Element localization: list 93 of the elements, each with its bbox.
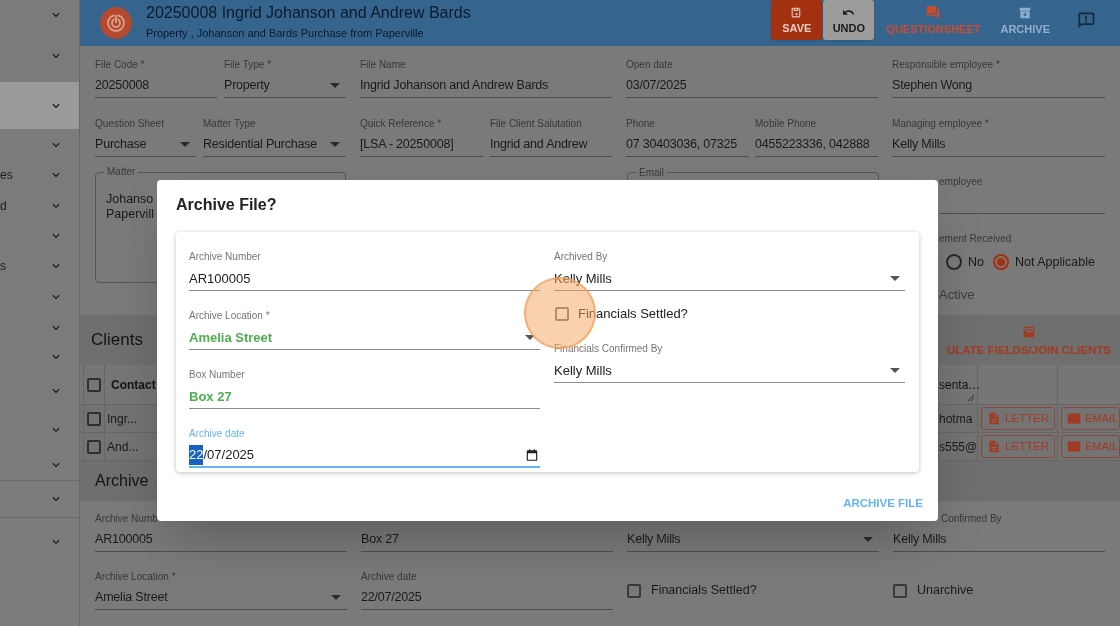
text-field[interactable]: 03/07/2025 <box>626 74 878 98</box>
field-label: File Client Salutation <box>490 118 583 130</box>
checkbox-label: Financials Settled? <box>651 582 757 600</box>
field-label: Managing employee * <box>892 118 990 130</box>
save-button[interactable]: SAVE <box>771 0 823 40</box>
text-field[interactable]: Stephen Wong <box>892 74 1105 98</box>
resize-handle-icon <box>967 394 975 402</box>
field-label: Responsible employee * <box>892 59 1001 71</box>
dropdown-arrow-icon <box>331 595 341 600</box>
text-field[interactable]: AR100005 <box>95 528 347 552</box>
field-label: Quick Reference * <box>360 118 443 130</box>
field-label: Archive date <box>189 428 246 440</box>
feedback-button[interactable] <box>1076 10 1096 30</box>
text-field[interactable]: Box 27 <box>361 528 613 552</box>
dropdown[interactable]: Amelia Street <box>189 326 540 350</box>
radio-button[interactable] <box>946 254 962 270</box>
text-field[interactable]: AR100005 <box>189 267 540 291</box>
undo-button[interactable]: UNDO <box>823 0 875 40</box>
chat-bubbles-icon <box>925 5 942 20</box>
envelope-icon <box>1065 439 1083 454</box>
column-header: Contact <box>110 376 155 394</box>
dropdown[interactable]: Purchase <box>95 133 196 157</box>
checkbox[interactable] <box>627 583 641 598</box>
field-label: ement Received <box>939 233 1013 245</box>
text-field[interactable]: 22/07/2025 <box>361 586 613 610</box>
field-label: Matter <box>104 166 139 178</box>
dropdown-arrow-icon <box>890 276 900 281</box>
dropdown-arrow-icon <box>330 83 340 88</box>
checkbox[interactable] <box>555 307 569 321</box>
field-label: File Type * <box>224 59 273 71</box>
field-label: Mobile Phone <box>755 118 818 130</box>
dropdown-arrow-icon <box>180 142 190 147</box>
text-field[interactable]: Kelly Mills <box>892 133 1105 157</box>
archive-file-button[interactable]: ARCHIVE FILE <box>841 493 925 515</box>
field-label: Question Sheet <box>95 118 165 130</box>
dropdown[interactable]: Kelly Mills <box>627 528 879 552</box>
document-icon <box>986 438 1001 455</box>
text-field[interactable]: 0455223336, 042888 <box>755 133 878 157</box>
field-label: Archive date <box>361 571 418 583</box>
dropdown[interactable]: Residential Purchase <box>203 133 346 157</box>
checkbox[interactable] <box>87 411 101 426</box>
field-label: Archive Number <box>189 251 262 263</box>
checkbox-label: Unarchive <box>917 582 974 600</box>
archive-box-icon <box>1018 5 1033 20</box>
field-label: employee <box>939 176 984 188</box>
field-label: Archive Location * <box>95 571 177 583</box>
field-label: File Name <box>360 59 407 71</box>
text-field[interactable]: 07 30403036, 07325 <box>626 133 749 157</box>
text-field[interactable]: Ingrid and Andrew <box>490 133 612 157</box>
tray-icon <box>1022 324 1036 339</box>
text-field[interactable]: [LSA - 20250008] <box>360 133 483 157</box>
sidebar-item[interactable] <box>0 82 79 129</box>
table-cell-text: Ingr... <box>106 410 139 428</box>
dropdown[interactable]: Amelia Street <box>95 586 347 610</box>
active-label: Active <box>939 287 976 303</box>
logo-icon <box>100 7 132 39</box>
page-subtitle: Property , Johanson and Bards Purchase from Paperville <box>146 26 425 41</box>
field-label: Confirmed By <box>940 513 1003 525</box>
field-label: Email <box>636 167 667 179</box>
dropdown[interactable]: Kelly Mills <box>554 359 905 383</box>
dialog-title: Archive File? <box>175 195 278 215</box>
text-field[interactable]: Ingrid Johanson and Andrew Bards <box>360 74 612 98</box>
radio-label: No <box>968 253 984 271</box>
text-field[interactable]: 20250008 <box>95 74 217 98</box>
checkbox[interactable] <box>87 439 101 454</box>
field-label: Phone <box>626 118 656 130</box>
field-label: Box Number <box>189 369 246 381</box>
dropdown-arrow-icon <box>890 368 900 373</box>
text-field[interactable]: Kelly Mills <box>893 528 1105 552</box>
field-label: File Code * <box>95 59 146 71</box>
feedback-icon <box>1076 10 1096 30</box>
dropdown-arrow-icon <box>330 142 340 147</box>
dropdown-arrow-icon <box>525 335 535 340</box>
checkbox[interactable] <box>87 377 101 392</box>
text-field[interactable]: Box 27 <box>189 385 540 409</box>
field-label: Archived By <box>554 251 609 263</box>
field-label: Financials Confirmed By <box>554 343 664 355</box>
radio-button[interactable] <box>993 254 1009 270</box>
dropdown[interactable]: Property <box>224 74 346 98</box>
field-label: Matter Type <box>203 118 257 130</box>
field-label: Archive Numb <box>95 513 159 525</box>
section-title: Clients <box>91 329 143 352</box>
radio-label: Not Applicable <box>1015 253 1095 271</box>
checkbox[interactable] <box>893 583 907 598</box>
field-label: Archive Location * <box>189 310 271 322</box>
table-cell-text: And... <box>106 438 140 456</box>
field-label: Open date <box>626 59 674 71</box>
envelope-icon <box>1065 411 1083 426</box>
section-title: Archive <box>95 471 149 491</box>
document-icon <box>986 410 1001 427</box>
calendar-icon <box>525 448 539 462</box>
dropdown-arrow-icon <box>863 537 873 542</box>
page-title: 20250008 Ingrid Johanson and Andrew Bards <box>146 3 471 23</box>
